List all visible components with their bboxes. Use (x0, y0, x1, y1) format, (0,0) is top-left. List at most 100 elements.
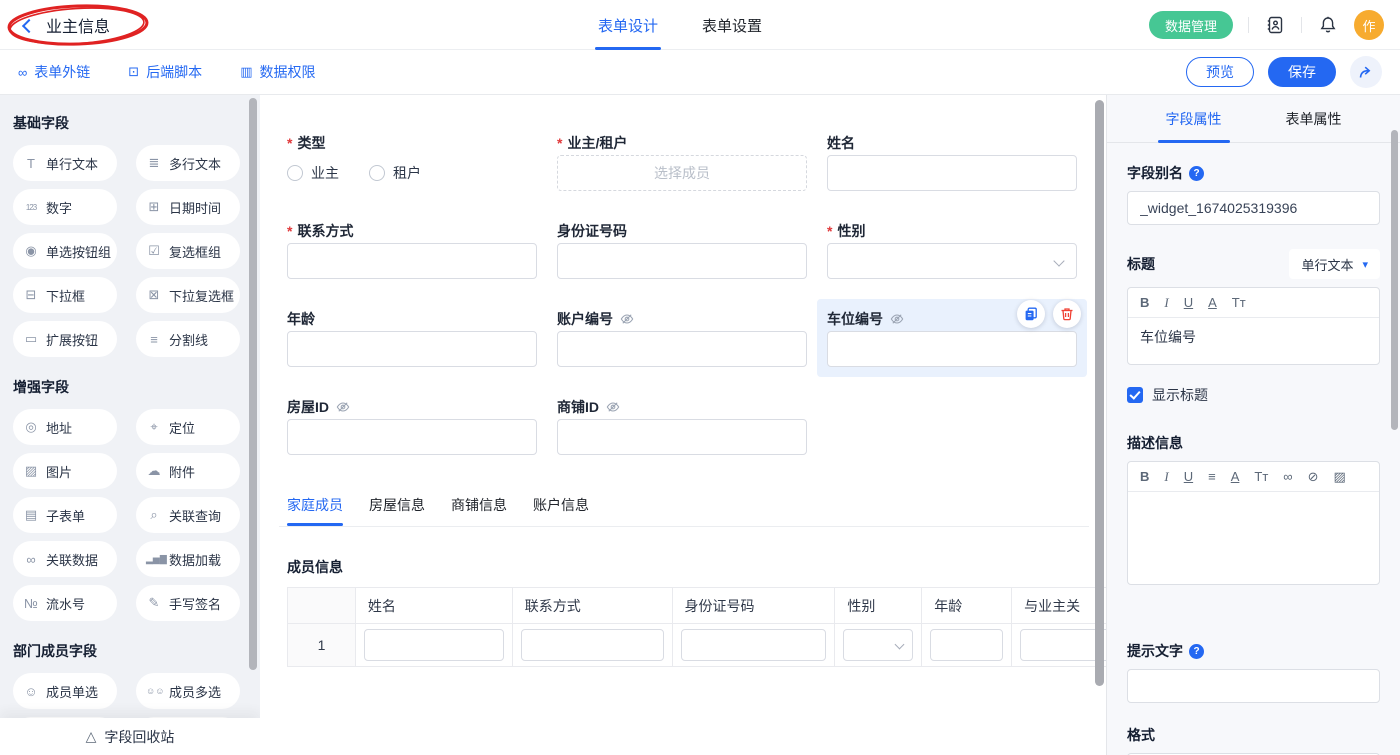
field-parking-no-selected[interactable]: 车位编号 (827, 309, 1077, 367)
font-color-button[interactable]: A (1208, 295, 1217, 310)
field-house-id[interactable]: 房屋ID (287, 397, 537, 455)
align-button[interactable]: ≡ (1208, 469, 1216, 484)
tab-family-members[interactable]: 家庭成员 (287, 495, 343, 526)
field-recycle-bin[interactable]: △ 字段回收站 (0, 718, 260, 755)
sidebar-item-dropdown[interactable]: ⊟ 下拉框 (13, 277, 117, 313)
age-input[interactable] (287, 331, 537, 367)
sidebar-item-attachment[interactable]: ☁ 附件 (136, 453, 240, 489)
tab-form-properties[interactable]: 表单属性 (1286, 95, 1342, 143)
tab-house-info[interactable]: 房屋信息 (369, 495, 425, 526)
delete-field-button[interactable] (1053, 300, 1081, 328)
unlink-button[interactable]: ⊘ (1308, 469, 1319, 485)
hint-input[interactable] (1127, 669, 1380, 703)
link-button[interactable]: ∞ (1283, 469, 1292, 484)
sidebar-item-image[interactable]: ▨ 图片 (13, 453, 117, 489)
insert-image-button[interactable]: ▨ (1333, 469, 1345, 485)
sidebar-item-extend-button[interactable]: ▭ 扩展按钮 (13, 321, 117, 357)
sidebar-item-serial-number[interactable]: № 流水号 (13, 585, 117, 621)
field-contact[interactable]: *联系方式 (287, 221, 537, 279)
title-editor-body[interactable]: 车位编号 (1128, 318, 1379, 364)
sidebar-item-number[interactable]: 123 数字 (13, 189, 117, 225)
field-gender[interactable]: *性别 (827, 221, 1077, 279)
id-number-input[interactable] (557, 243, 807, 279)
widget-type-dropdown[interactable]: 单行文本 ▾ (1289, 249, 1380, 279)
tab-form-design[interactable]: 表单设计 (598, 0, 658, 50)
help-icon[interactable]: ? (1189, 166, 1204, 181)
field-id-number[interactable]: 身份证号码 (557, 221, 807, 279)
field-account-no[interactable]: 账户编号 (557, 309, 807, 367)
form-external-link[interactable]: ∞ 表单外链 (18, 62, 90, 82)
sidebar-item-subform[interactable]: ▤ 子表单 (13, 497, 117, 533)
shop-id-input[interactable] (557, 419, 807, 455)
panel-scrollbar[interactable] (1391, 130, 1398, 430)
italic-button[interactable]: I (1164, 295, 1168, 311)
font-size-button[interactable]: Tт (1232, 295, 1246, 310)
canvas-scrollbar[interactable] (1095, 100, 1104, 686)
copy-field-button[interactable] (1017, 300, 1045, 328)
notification-bell-icon[interactable] (1317, 14, 1339, 36)
radio-icon[interactable] (287, 165, 303, 181)
sidebar-item-datetime[interactable]: ⊞ 日期时间 (136, 189, 240, 225)
sidebar-scrollbar[interactable] (249, 98, 257, 670)
description-editor-body[interactable] (1128, 492, 1379, 584)
field-name[interactable]: 姓名 (827, 133, 1077, 191)
show-title-checkbox[interactable] (1127, 387, 1143, 403)
sidebar-item-signature[interactable]: ✎ 手写签名 (136, 585, 240, 621)
back-chevron-icon[interactable] (22, 18, 36, 32)
sidebar-item-data-load[interactable]: ▂▅▇ 数据加载 (136, 541, 240, 577)
tab-form-settings[interactable]: 表单设置 (702, 0, 762, 50)
bold-button[interactable]: B (1140, 295, 1149, 310)
back-navigation[interactable]: 业主信息 (24, 0, 110, 50)
member-picker[interactable]: 选择成员 (557, 155, 807, 191)
sidebar-item-member-multi[interactable]: ☺☺ 成员多选 (136, 673, 240, 709)
font-color-button[interactable]: A (1231, 469, 1240, 484)
sidebar-item-radio-group[interactable]: ◉ 单选按钮组 (13, 233, 117, 269)
parking-no-input[interactable] (827, 331, 1077, 367)
help-icon[interactable]: ? (1189, 644, 1204, 659)
backend-script-link[interactable]: ⊡ 后端脚本 (128, 62, 202, 82)
sidebar-item-linked-query[interactable]: ⌕ 关联查询 (136, 497, 240, 533)
tab-field-properties[interactable]: 字段属性 (1166, 95, 1222, 143)
save-button[interactable]: 保存 (1268, 57, 1336, 87)
table-relationship-input[interactable] (1020, 629, 1106, 661)
table-contact-input[interactable] (521, 629, 664, 661)
tab-account-info[interactable]: 账户信息 (533, 495, 589, 526)
sidebar-item-divider-line[interactable]: ≡ 分割线 (136, 321, 240, 357)
italic-button[interactable]: I (1164, 469, 1168, 485)
house-id-input[interactable] (287, 419, 537, 455)
sidebar-item-member-single[interactable]: ☺ 成员单选 (13, 673, 117, 709)
sidebar-item-location[interactable]: ⌖ 定位 (136, 409, 240, 445)
sidebar-item-checkbox-group[interactable]: ☑ 复选框组 (136, 233, 240, 269)
table-gender-select[interactable] (843, 629, 913, 661)
address-book-icon[interactable] (1264, 14, 1286, 36)
gender-select[interactable] (827, 243, 1077, 279)
radio-icon[interactable] (369, 165, 385, 181)
preview-button[interactable]: 预览 (1186, 57, 1254, 87)
field-type[interactable]: *类型 业主 租户 (287, 133, 537, 191)
radio-option-owner[interactable]: 业主 (287, 163, 339, 183)
contact-input[interactable] (287, 243, 537, 279)
share-button[interactable] (1350, 56, 1382, 88)
name-input[interactable] (827, 155, 1077, 191)
underline-button[interactable]: U (1184, 295, 1193, 310)
account-no-input[interactable] (557, 331, 807, 367)
field-age[interactable]: 年龄 (287, 309, 537, 367)
sidebar-item-address[interactable]: ◎ 地址 (13, 409, 117, 445)
data-permission-link[interactable]: ▥ 数据权限 (240, 62, 315, 82)
underline-button[interactable]: U (1184, 469, 1193, 484)
bold-button[interactable]: B (1140, 469, 1149, 484)
alias-input[interactable] (1127, 191, 1380, 225)
radio-option-tenant[interactable]: 租户 (369, 163, 421, 183)
sidebar-item-multi-line-text[interactable]: ≣ 多行文本 (136, 145, 240, 181)
field-shop-id[interactable]: 商铺ID (557, 397, 807, 455)
sidebar-item-linked-data[interactable]: ∞ 关联数据 (13, 541, 117, 577)
sidebar-item-single-line-text[interactable]: T 单行文本 (13, 145, 117, 181)
table-name-input[interactable] (364, 629, 504, 661)
tab-shop-info[interactable]: 商铺信息 (451, 495, 507, 526)
field-owner-tenant[interactable]: *业主/租户 选择成员 (557, 133, 807, 191)
user-avatar[interactable]: 作 (1354, 10, 1384, 40)
sidebar-item-multi-dropdown[interactable]: ⊠ 下拉复选框 (136, 277, 240, 313)
data-manage-button[interactable]: 数据管理 (1149, 11, 1233, 39)
table-age-input[interactable] (930, 629, 1003, 661)
font-size-button[interactable]: Tт (1254, 469, 1268, 484)
